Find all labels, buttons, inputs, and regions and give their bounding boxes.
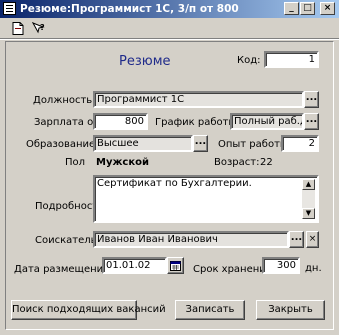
applicant-field[interactable]: Иванов Иван Иванович bbox=[93, 231, 289, 248]
applicant-select-button[interactable]: ... bbox=[289, 231, 304, 248]
close-window-button[interactable]: × bbox=[320, 2, 335, 15]
storage-unit: дн. bbox=[305, 263, 322, 274]
scroll-down-icon[interactable]: ▼ bbox=[302, 208, 315, 219]
experience-field[interactable]: 2 bbox=[281, 135, 319, 152]
minimize-button[interactable]: _ bbox=[284, 2, 299, 15]
schedule-field[interactable]: Полный раб.де bbox=[230, 113, 304, 130]
document-icon[interactable] bbox=[10, 22, 26, 36]
applicant-clear-button[interactable]: × bbox=[306, 231, 319, 248]
placement-date-label: Дата размещения: bbox=[14, 264, 113, 275]
education-label: Образование: bbox=[26, 139, 99, 150]
schedule-label: График работы: bbox=[155, 117, 240, 128]
calendar-icon bbox=[170, 261, 181, 271]
code-field[interactable]: 1 bbox=[264, 51, 319, 68]
toolbar bbox=[0, 18, 339, 39]
education-select-button[interactable]: ... bbox=[193, 135, 208, 152]
save-button[interactable]: Записать bbox=[175, 300, 245, 320]
calendar-button[interactable] bbox=[167, 257, 184, 274]
placement-date-field[interactable]: 01.01.02 bbox=[102, 257, 167, 274]
position-label: Должность: bbox=[33, 95, 96, 106]
search-vacancies-button[interactable]: Поиск подходящих вакансий bbox=[11, 300, 166, 320]
maximize-button[interactable]: □ bbox=[300, 2, 315, 15]
app-icon bbox=[3, 2, 16, 15]
education-field[interactable]: Высшее bbox=[93, 135, 193, 152]
help-icon[interactable]: ? bbox=[31, 22, 47, 36]
form-heading: Резюме bbox=[119, 54, 171, 69]
gender-label: Пол bbox=[65, 157, 86, 168]
schedule-select-button[interactable]: ... bbox=[304, 113, 319, 130]
details-scrollbar[interactable]: ▲ ▼ bbox=[302, 179, 315, 219]
position-select-button[interactable]: ... bbox=[304, 91, 319, 108]
close-button[interactable]: Закрыть bbox=[256, 300, 325, 320]
age-label: Возраст: bbox=[214, 157, 260, 168]
gender-value: Мужской bbox=[96, 157, 150, 168]
applicant-label: Соискатель: bbox=[35, 235, 100, 246]
code-label: Код: bbox=[237, 55, 261, 66]
details-text: Сертификат по Бухгалтерии. bbox=[97, 178, 252, 189]
svg-text:?: ? bbox=[40, 23, 45, 32]
age-value: 22 bbox=[260, 157, 273, 168]
position-field[interactable]: Программист 1С bbox=[93, 91, 304, 108]
salary-field[interactable]: 800 bbox=[93, 113, 148, 130]
window-title: Резюме:Программист 1С, 3/п от 800 bbox=[20, 3, 239, 15]
storage-field[interactable]: 300 bbox=[262, 257, 300, 274]
details-textarea[interactable]: Сертификат по Бухгалтерии. ▲ ▼ bbox=[93, 175, 319, 223]
scroll-up-icon[interactable]: ▲ bbox=[302, 179, 315, 190]
